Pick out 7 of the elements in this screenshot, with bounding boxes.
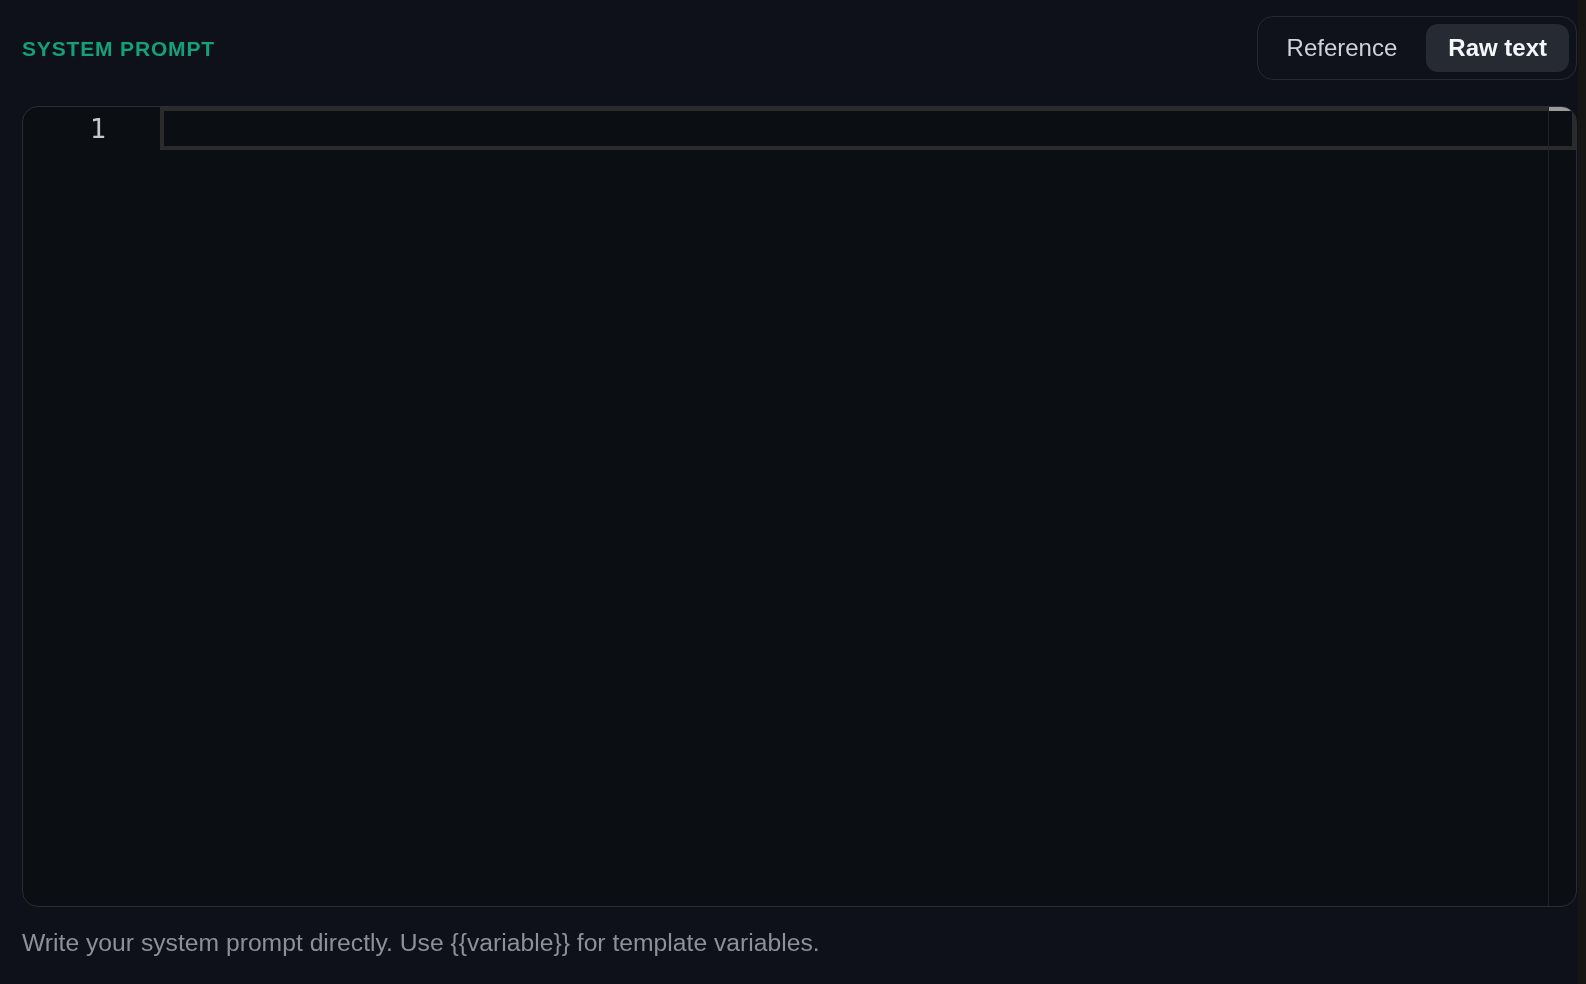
helper-text: Write your system prompt directly. Use {{variable}} for template variables. [22, 928, 820, 958]
section-title: SYSTEM PROMPT [22, 37, 215, 59]
line-number: 1 [89, 115, 106, 142]
mode-tab[interactable]: Reference [1264, 24, 1420, 72]
code-editor[interactable]: 1 [22, 106, 1577, 907]
mode-tab[interactable]: Raw text [1426, 24, 1569, 72]
scrollbar-track[interactable] [1578, 0, 1586, 984]
